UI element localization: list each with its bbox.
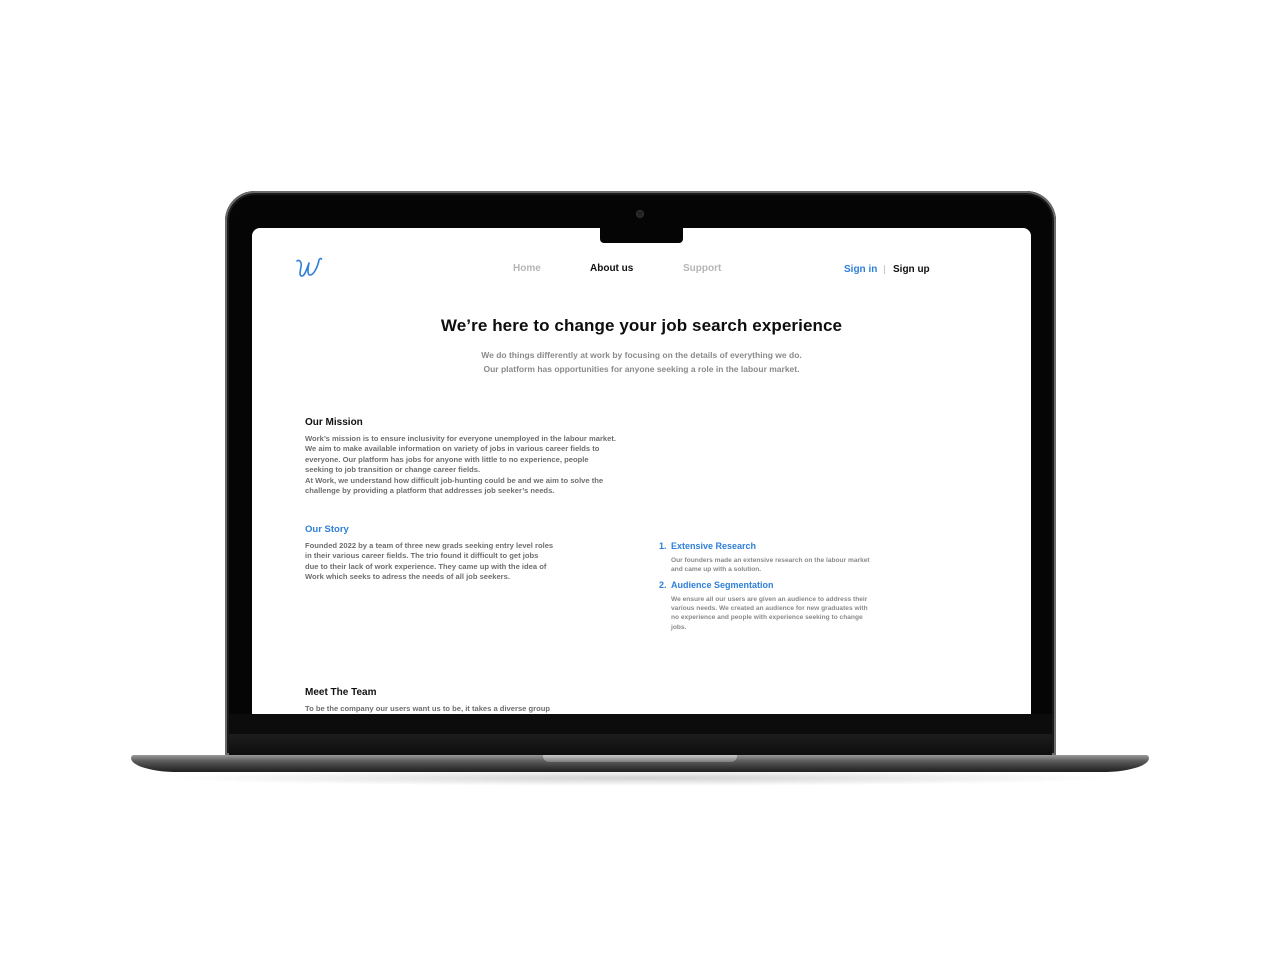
sign-up-link[interactable]: Sign up — [893, 264, 930, 275]
hero-subtitle-line: Our platform has opportunities for anyon… — [483, 364, 800, 374]
team-line: To be the company our users want us to b… — [305, 704, 551, 713]
story-line: Work which seeks to adress the needs of … — [305, 572, 510, 582]
feature-number: 2. — [659, 580, 667, 590]
story-line: due to their lack of work experience. Th… — [305, 561, 547, 571]
story-text: Founded 2022 by a team of three new grad… — [305, 541, 553, 583]
mission-line: everyone. Our platform has jobs for anyo… — [305, 454, 589, 464]
mission-line: challenge by providing a platform that a… — [305, 485, 555, 495]
feature-desc-line: no experience and people with experience… — [671, 614, 863, 622]
sign-in-link[interactable]: Sign in — [844, 264, 877, 275]
mission-line: seeking to job transition or change care… — [305, 465, 481, 475]
mission-line: We aim to make available information on … — [305, 444, 600, 454]
mission-heading: Our Mission — [305, 417, 363, 428]
nav-support-link[interactable]: Support — [683, 263, 721, 274]
nav-about-link[interactable]: About us — [590, 263, 633, 274]
story-line: in their various career fields. The trio… — [305, 551, 539, 561]
feature-number: 1. — [659, 541, 667, 551]
feature-desc-line: and came up with a solution. — [671, 566, 762, 574]
screen-notch — [600, 228, 683, 243]
hero-subtitle-line: We do things differently at work by focu… — [481, 350, 802, 360]
mission-line: Work’s mission is to ensure inclusivity … — [305, 434, 617, 443]
feature-desc-line: Our founders made an extensive research … — [671, 557, 870, 564]
laptop-chin — [229, 714, 1052, 755]
mission-line: At Work, we understand how difficult job… — [305, 475, 604, 485]
feature-title-segmentation: Audience Segmentation — [671, 580, 774, 590]
laptop-hinge — [543, 755, 737, 762]
feature-desc-research: Our founders made an extensive research … — [671, 556, 870, 574]
team-text: To be the company our users want us to b… — [305, 704, 550, 714]
mission-text: Work’s mission is to ensure inclusivity … — [305, 434, 616, 496]
feature-desc-line: We ensure all our users are given an aud… — [671, 596, 868, 603]
nav-home-link[interactable]: Home — [513, 263, 541, 274]
laptop-screen: Home About us Support Sign in Sign up We… — [252, 228, 1031, 714]
story-heading: Our Story — [305, 524, 349, 535]
feature-title-research: Extensive Research — [671, 541, 757, 551]
team-heading: Meet The Team — [305, 687, 377, 698]
feature-desc-segmentation: We ensure all our users are given an aud… — [671, 595, 868, 632]
auth-divider — [884, 265, 885, 274]
w-logo-icon[interactable] — [294, 254, 324, 282]
webcam-icon — [637, 211, 643, 217]
feature-desc-line: jobs. — [671, 623, 687, 631]
laptop-shadow — [160, 770, 1120, 786]
story-line: Founded 2022 by a team of three new grad… — [305, 541, 554, 550]
feature-desc-line: various needs. We created an audience fo… — [671, 605, 868, 613]
page-title: We’re here to change your job search exp… — [440, 316, 843, 335]
